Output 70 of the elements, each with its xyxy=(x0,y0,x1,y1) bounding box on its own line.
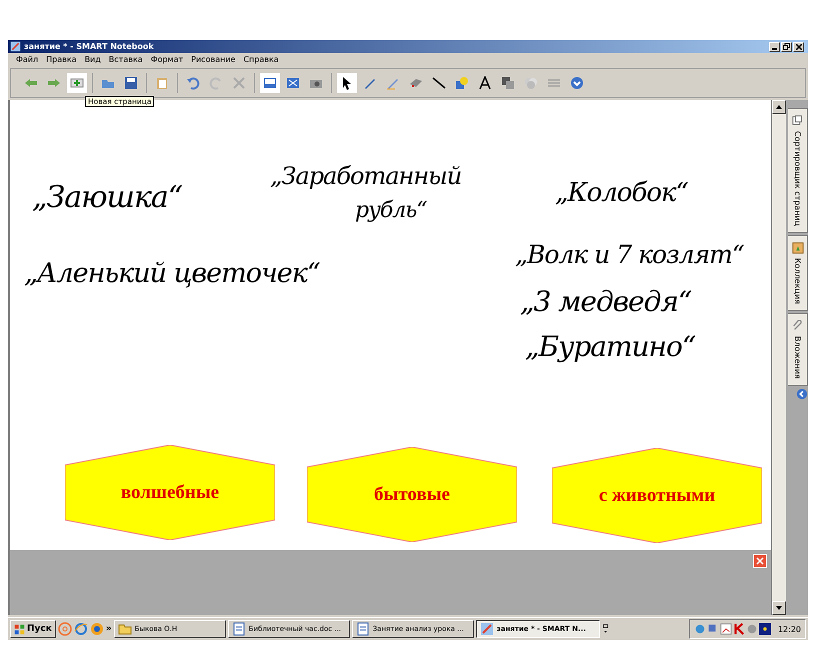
letter-a-icon xyxy=(478,76,492,90)
pen-icon xyxy=(363,76,377,90)
select-button[interactable] xyxy=(337,73,357,93)
down-triangle-icon xyxy=(776,606,782,610)
side-tab[interactable]: Коллекция xyxy=(788,235,808,312)
scroll-up-button[interactable] xyxy=(772,100,786,114)
menu-item[interactable]: Формат xyxy=(146,55,188,64)
screen-icon xyxy=(263,76,277,90)
new-page-button[interactable] xyxy=(67,73,87,93)
scroll-down-button[interactable] xyxy=(772,601,786,615)
handwritten-text: „Волк и 7 козлят“ xyxy=(515,240,744,269)
app-icon xyxy=(480,622,494,636)
clock: 12:20 xyxy=(778,624,801,634)
document-icon xyxy=(232,622,246,636)
window-title: занятие * - SMART Notebook xyxy=(24,42,155,51)
shapes-icon xyxy=(455,76,469,90)
handwritten-text: „Заюшка“ xyxy=(32,180,182,215)
close-icon xyxy=(756,557,764,565)
picture-frame-icon[interactable] xyxy=(792,242,804,254)
side-tab[interactable]: Сортировщик страниц xyxy=(788,108,808,234)
squares-icon xyxy=(501,76,515,90)
pages-icon[interactable] xyxy=(792,115,804,127)
pen-icon xyxy=(386,76,400,90)
letter-k-icon[interactable] xyxy=(732,623,745,635)
close-icon xyxy=(796,44,802,50)
menu-item[interactable]: Файл xyxy=(12,55,42,64)
category-hexagon[interactable]: бытовые xyxy=(307,447,517,542)
close-button[interactable] xyxy=(793,42,804,52)
eraser-icon xyxy=(409,76,423,90)
handwritten-text: „Буратино“ xyxy=(525,330,696,363)
category-hexagon[interactable]: волшебные xyxy=(65,445,275,540)
start-button[interactable]: Пуск xyxy=(10,620,56,638)
more-quick-launch[interactable]: » xyxy=(106,624,112,634)
menu-item[interactable]: Рисование xyxy=(187,55,240,64)
vertical-scrollbar[interactable] xyxy=(771,100,786,615)
media-player-icon[interactable] xyxy=(90,622,104,636)
menu-item[interactable]: Вставка xyxy=(104,55,147,64)
handwritten-text: „3 медведя“ xyxy=(520,285,692,318)
restore-icon xyxy=(783,43,790,50)
handwritten-text: рубль“ xyxy=(355,198,427,223)
side-tab[interactable]: Вложения xyxy=(788,313,808,386)
handwritten-text: „Колобок“ xyxy=(555,178,688,208)
right-arrow-icon xyxy=(47,76,61,90)
restore-button[interactable] xyxy=(781,42,792,52)
menu-item[interactable]: Справка xyxy=(239,55,283,64)
up-triangle-icon xyxy=(776,105,782,109)
left-arrow-circle-icon[interactable] xyxy=(796,388,808,400)
screen-shade-button[interactable] xyxy=(260,73,280,93)
expand-icon xyxy=(286,76,300,90)
line-icon xyxy=(432,76,446,90)
minimize-button[interactable] xyxy=(769,42,780,52)
paperclip-icon[interactable] xyxy=(792,320,804,332)
plus-icon xyxy=(70,76,84,90)
folder-icon xyxy=(118,622,132,636)
category-hexagon[interactable]: с животными xyxy=(552,448,762,543)
windows-logo-icon xyxy=(14,624,25,634)
undo-icon xyxy=(186,76,200,90)
browser-icon[interactable] xyxy=(74,622,88,636)
document-icon xyxy=(356,622,370,636)
handwritten-text: „Аленький цветочек“ xyxy=(24,258,320,289)
clipboard-icon xyxy=(155,76,169,90)
left-arrow-icon xyxy=(24,76,38,90)
handwritten-text: „Заработанный xyxy=(270,162,462,190)
menu-item[interactable]: Правка xyxy=(42,55,81,64)
circles-icon xyxy=(524,76,538,90)
x-icon xyxy=(232,76,246,90)
app-icon xyxy=(10,41,21,52)
down-arrow-circle-icon xyxy=(570,76,584,90)
redo-icon xyxy=(209,76,223,90)
menu-item[interactable]: Вид xyxy=(80,55,105,64)
